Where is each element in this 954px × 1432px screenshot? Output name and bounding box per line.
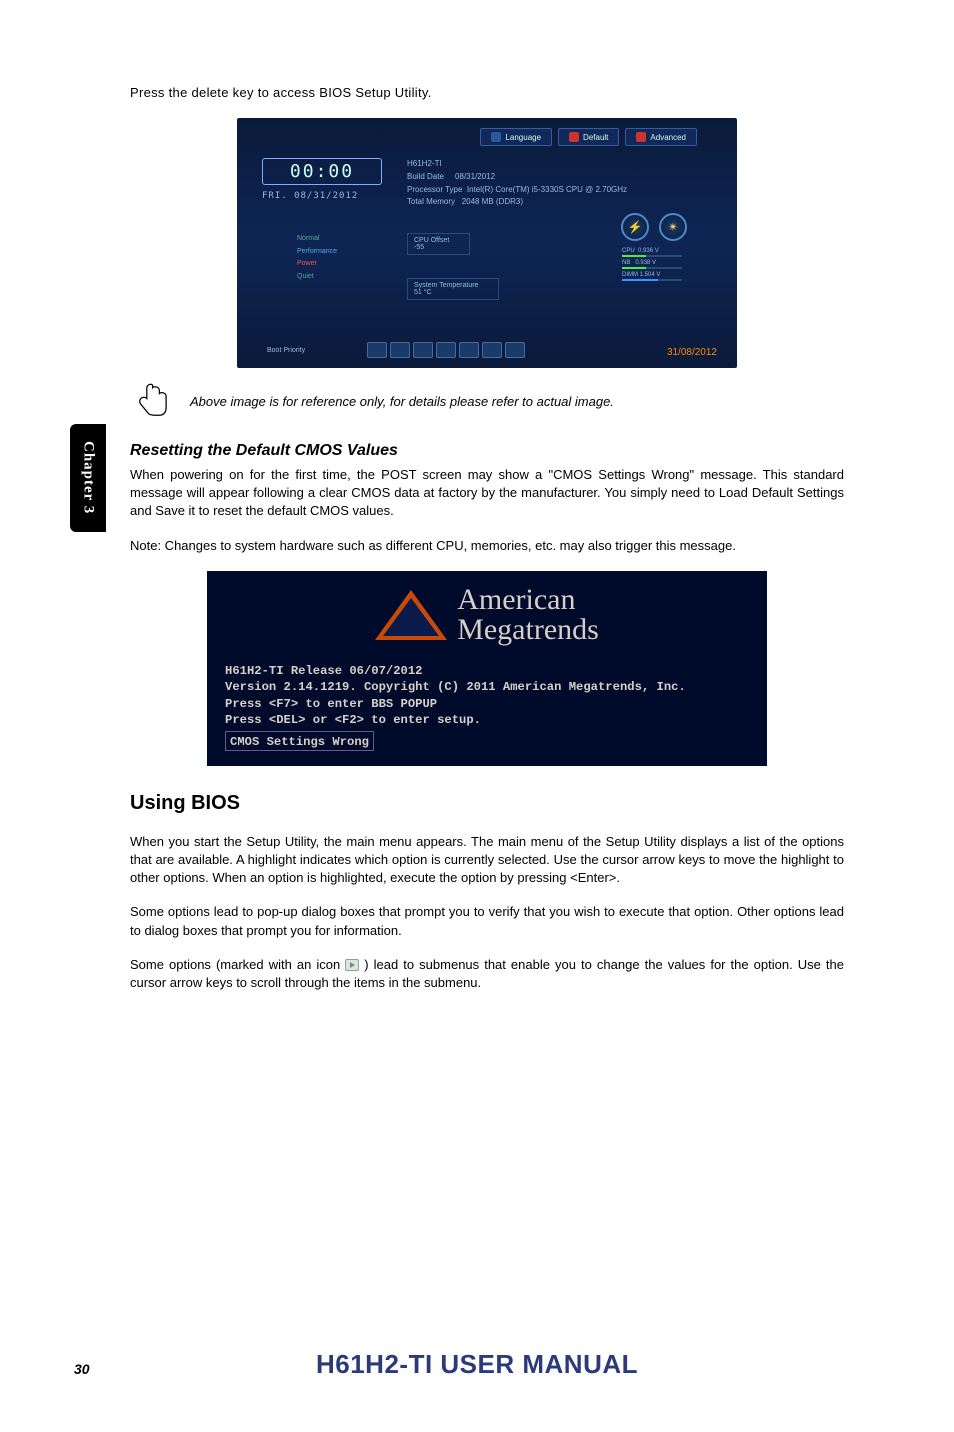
default-icon: [569, 132, 579, 142]
sys-temp-label: System Temperature: [414, 282, 478, 289]
bios-profiles: Normal Performance Power Quiet: [297, 233, 337, 283]
chapter-tab: Chapter 3: [70, 424, 106, 532]
bios-tab-default-label: Default: [583, 133, 608, 142]
ami-cmos-box: CMOS Settings Wrong: [225, 731, 374, 751]
boot-device-icon: [367, 342, 387, 358]
pointing-hand-icon: [130, 380, 172, 422]
ami-logo-line2: Megatrends: [457, 615, 599, 645]
bios-clock-box: 00:00 FRI. 08/31/2012: [262, 158, 382, 201]
ami-screenshot: American Megatrends H61H2-TI Release 06/…: [207, 571, 767, 766]
bios-tab-language-label: Language: [505, 133, 541, 142]
bios-boot-priority: Boot Priority: [267, 347, 305, 354]
bios-top-tabs: Language Default Advanced: [480, 128, 697, 146]
cpu-offset-label: CPU Offset: [414, 237, 449, 244]
bios-sys-temp: System Temperature 51 °C: [407, 278, 499, 300]
reset-para-2: Note: Changes to system hardware such as…: [130, 537, 844, 555]
bios-info: H61H2-TI Build Date 08/31/2012 Processor…: [407, 158, 627, 209]
ami-line1: H61H2-TI Release 06/07/2012: [225, 663, 749, 679]
bios-tab-default: Default: [558, 128, 619, 146]
reset-section-heading: Resetting the Default CMOS Values: [130, 442, 844, 460]
profile-performance: Performance: [297, 246, 337, 259]
ami-line2: Version 2.14.1219. Copyright (C) 2011 Am…: [225, 679, 749, 695]
ami-line3: Press <F7> to enter BBS POPUP: [225, 696, 749, 712]
ami-line4: Press <DEL> or <F2> to enter setup.: [225, 712, 749, 728]
bios-tab-advanced-label: Advanced: [650, 133, 686, 142]
page-content: Press the delete key to access BIOS Setu…: [0, 0, 954, 992]
bios-voltage-bars: CPU 0.936 V NB 0.938 V DIMM 1.504 V: [622, 248, 682, 284]
submenu-arrow-icon: [345, 959, 359, 971]
para3-part-a: Some options (marked with an icon: [130, 957, 345, 972]
bar-cpu: CPU 0.936 V: [622, 248, 682, 257]
bar-dimm: DIMM 1.504 V: [622, 272, 682, 281]
chapter-tab-label: Chapter 3: [80, 441, 97, 514]
boot-device-icon: [413, 342, 433, 358]
ami-logo-row: American Megatrends: [207, 571, 767, 645]
boot-device-icon: [436, 342, 456, 358]
boot-device-icon: [482, 342, 502, 358]
sys-temp-value: 51 °C: [414, 289, 478, 296]
using-bios-para1: When you start the Setup Utility, the ma…: [130, 833, 844, 888]
ami-logo-text: American Megatrends: [457, 585, 599, 645]
cpu-offset-value: -55: [414, 244, 449, 251]
ami-triangle-icon: [375, 590, 447, 640]
bios-corner-date: 31/08/2012: [667, 347, 717, 358]
note-text: Above image is for reference only, for d…: [190, 394, 614, 409]
ami-logo-line1: American: [457, 585, 599, 615]
ami-cmos-text: CMOS Settings Wrong: [230, 735, 369, 749]
gear-icon: [636, 132, 646, 142]
profile-power: Power: [297, 258, 337, 271]
page-number: 30: [74, 1361, 90, 1377]
ami-post-text: H61H2-TI Release 06/07/2012 Version 2.14…: [225, 663, 749, 751]
bios-build-row: Build Date 08/31/2012: [407, 171, 627, 184]
boot-device-icon: [505, 342, 525, 358]
bar-nb: NB 0.938 V: [622, 260, 682, 269]
bios-screenshot: Language Default Advanced 00:00 FRI. 08/…: [237, 118, 737, 368]
gauge-power-icon: ⚡: [621, 213, 649, 241]
bios-memory-row: Total Memory 2048 MB (DDR3): [407, 196, 627, 209]
bios-tab-language: Language: [480, 128, 552, 146]
profile-quiet: Quiet: [297, 271, 337, 284]
bios-bottom-icons: [367, 342, 525, 358]
intro-text: Press the delete key to access BIOS Setu…: [130, 85, 844, 100]
bios-model-label: H61H2-TI: [407, 158, 627, 171]
note-row: Above image is for reference only, for d…: [130, 380, 844, 422]
using-bios-heading: Using BIOS: [130, 792, 844, 815]
bios-tab-advanced: Advanced: [625, 128, 697, 146]
globe-icon: [491, 132, 501, 142]
bios-gauges: ⚡ ✴: [621, 213, 687, 241]
bios-processor-row: Processor Type Intel(R) Core(TM) i5-3330…: [407, 184, 627, 197]
using-bios-para3: Some options (marked with an icon ) lead…: [130, 956, 844, 992]
footer-title: H61H2-TI USER MANUAL: [0, 1349, 954, 1380]
boot-device-icon: [390, 342, 410, 358]
gauge-fan-icon: ✴: [659, 213, 687, 241]
profile-normal: Normal: [297, 233, 337, 246]
bios-date: FRI. 08/31/2012: [262, 191, 382, 201]
bios-cpu-offset: CPU Offset -55: [407, 233, 470, 255]
using-bios-para2: Some options lead to pop-up dialog boxes…: [130, 903, 844, 939]
boot-device-icon: [459, 342, 479, 358]
reset-para-1: When powering on for the first time, the…: [130, 466, 844, 521]
bios-clock: 00:00: [262, 158, 382, 185]
